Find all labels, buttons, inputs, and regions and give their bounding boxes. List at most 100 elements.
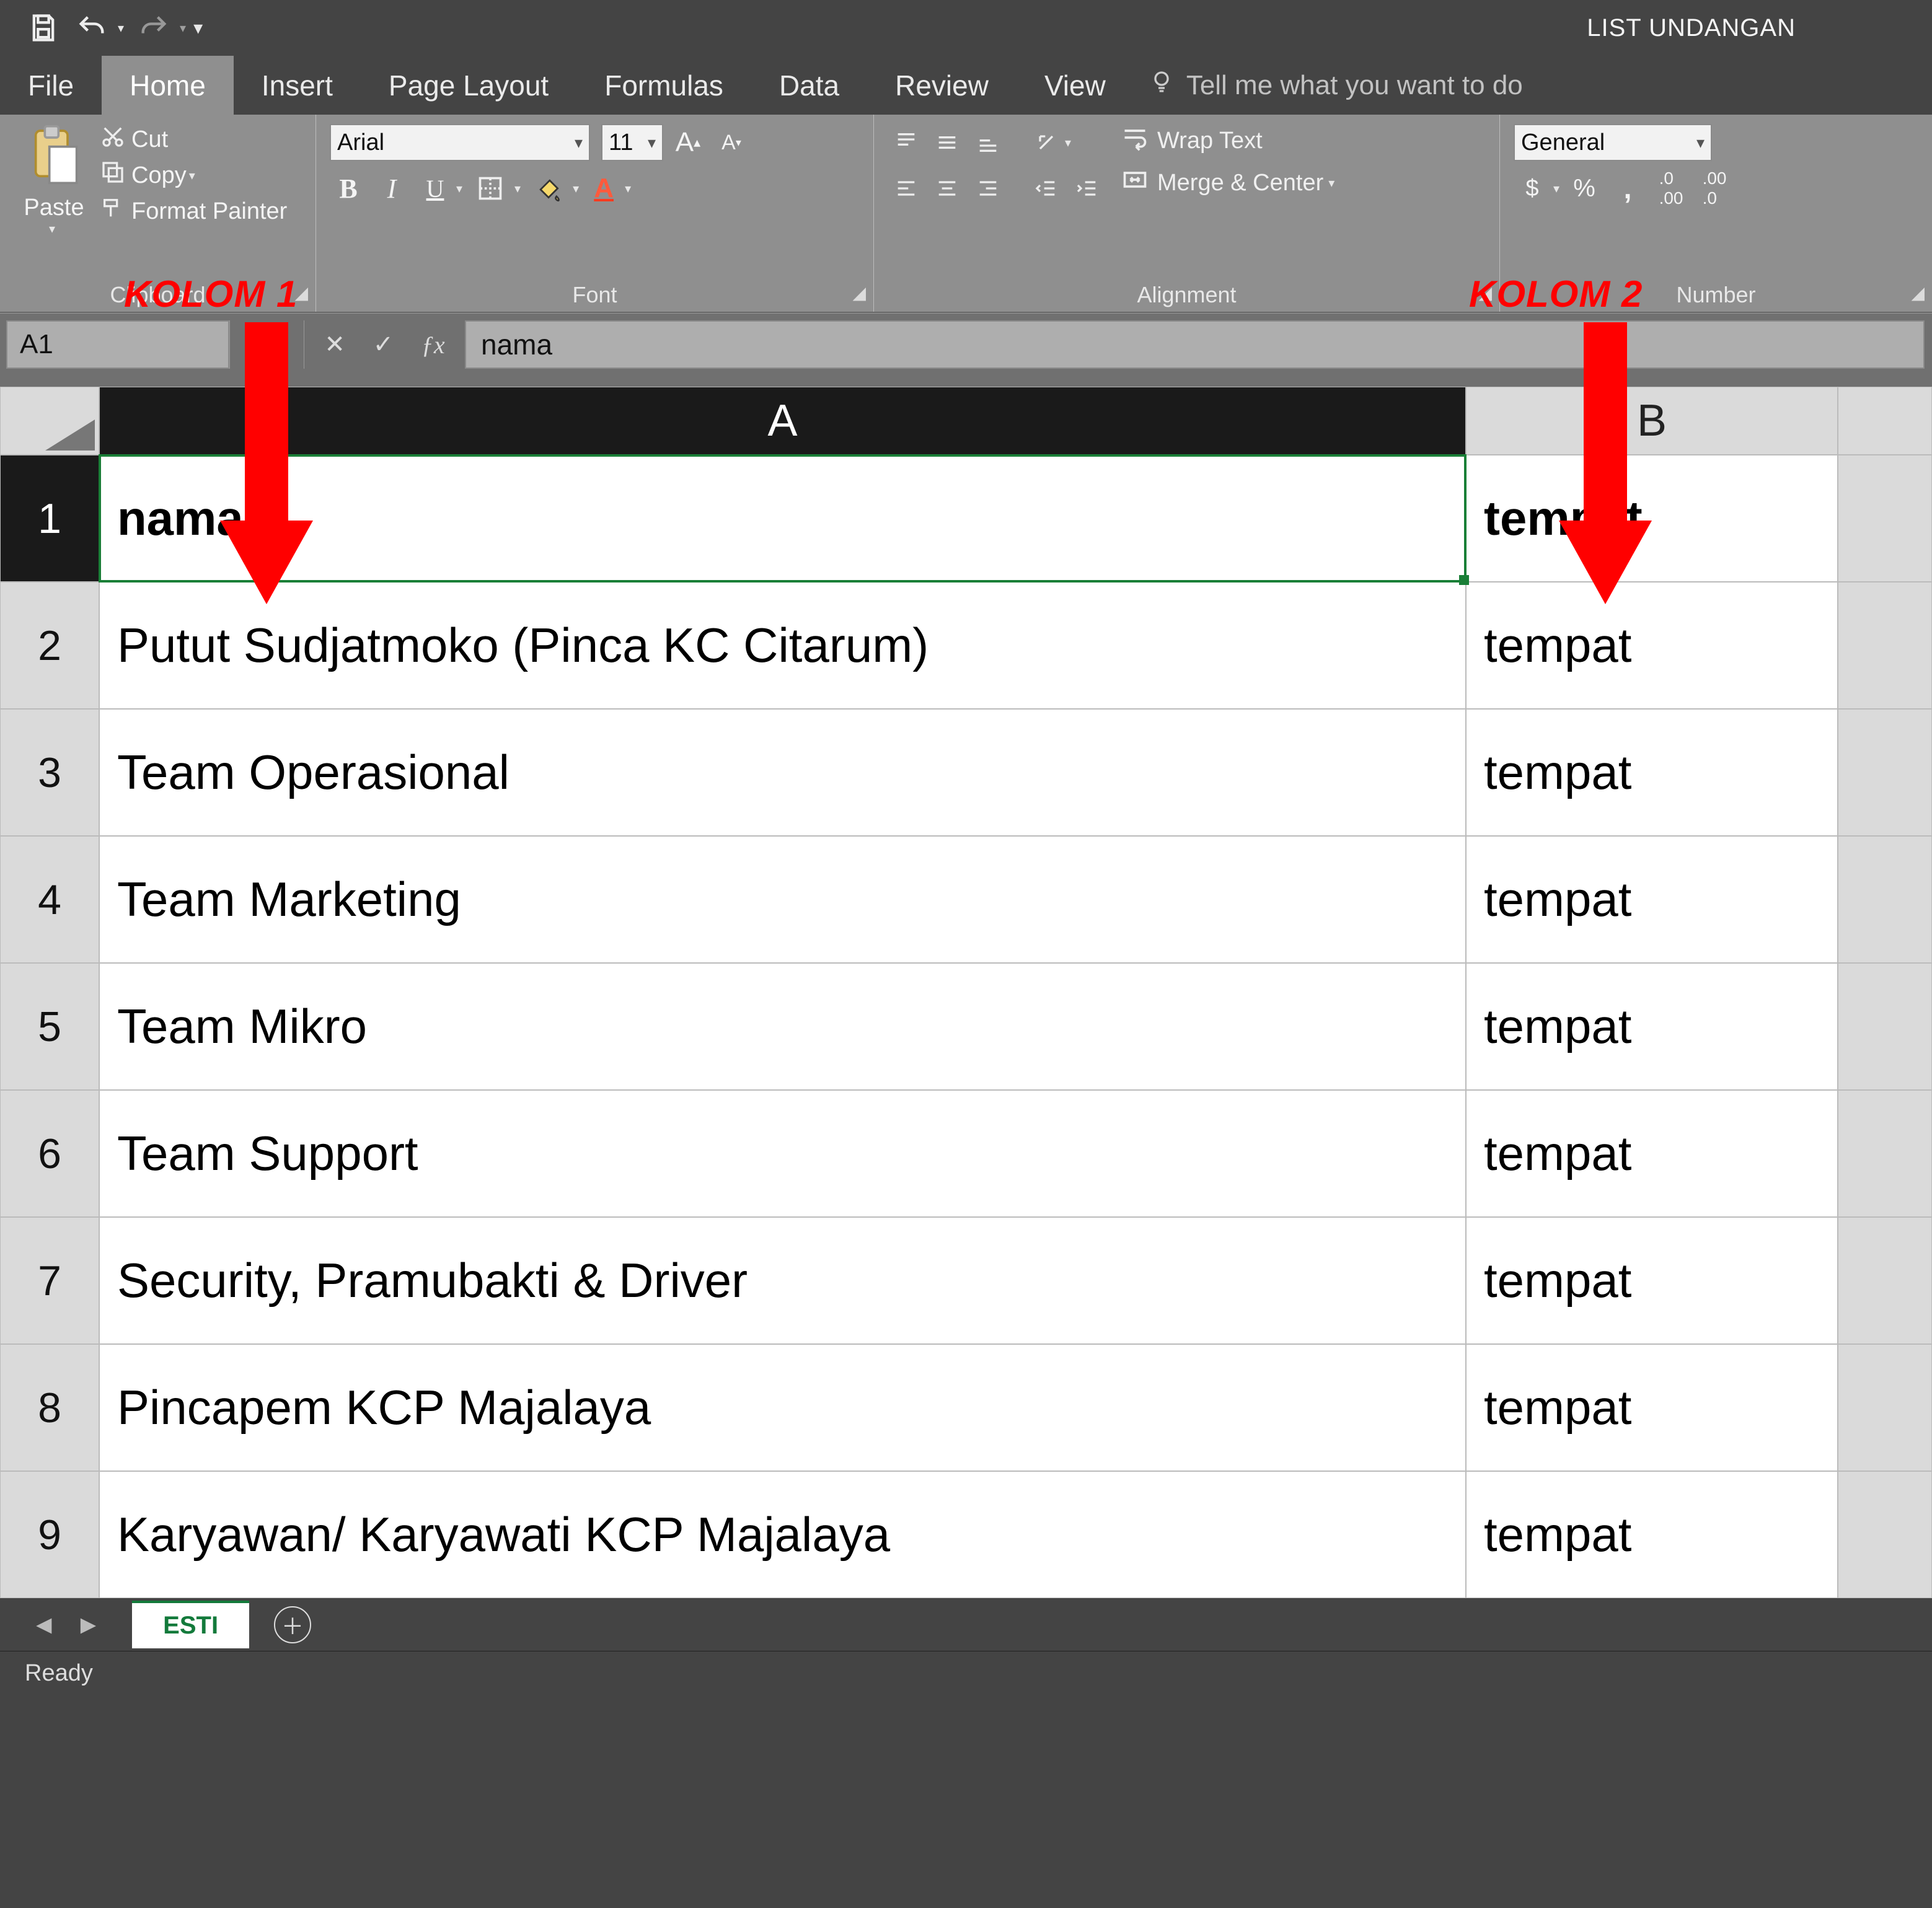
cell-a8[interactable]: Pincapem KCP Majalaya [99,1344,1466,1471]
undo-icon[interactable] [73,9,110,46]
row-header-5[interactable]: 5 [0,963,99,1090]
tell-me[interactable]: Tell me what you want to do [1134,56,1523,115]
row-header-8[interactable]: 8 [0,1344,99,1471]
new-sheet-button[interactable]: ＋ [274,1606,311,1643]
tab-insert[interactable]: Insert [234,56,361,115]
sheet-nav-prev-icon[interactable]: ◄ [31,1610,57,1640]
increase-indent-button[interactable] [1069,170,1106,207]
save-icon[interactable] [25,9,62,46]
bold-button[interactable]: B [330,170,367,207]
row-header-6[interactable]: 6 [0,1090,99,1217]
cell-a5[interactable]: Team Mikro [99,963,1466,1090]
font-size-combo[interactable]: 11▾ [601,124,663,161]
fill-color-button[interactable] [527,170,570,207]
cell-a1[interactable]: nama [99,455,1466,582]
align-top-button[interactable] [888,124,925,161]
cell-c1[interactable] [1838,455,1932,582]
enter-icon[interactable]: ✓ [373,330,394,359]
cell-c4[interactable] [1838,836,1932,963]
worksheet-grid[interactable]: A B 1 nama tempat 2 Putut Sudjatmoko (Pi… [0,387,1932,1598]
align-center-button[interactable] [929,170,966,207]
cut-button[interactable]: Cut [100,124,287,155]
cell-b4[interactable]: tempat [1466,836,1838,963]
col-header-a[interactable]: A [99,387,1466,455]
cancel-icon[interactable]: ✕ [324,330,345,359]
percent-button[interactable]: % [1566,170,1603,207]
cell-c6[interactable] [1838,1090,1932,1217]
redo-dropdown-icon[interactable]: ▾ [180,20,186,36]
borders-dropdown-icon[interactable]: ▾ [514,181,521,196]
cell-b5[interactable]: tempat [1466,963,1838,1090]
tab-page-layout[interactable]: Page Layout [361,56,576,115]
cell-a4[interactable]: Team Marketing [99,836,1466,963]
number-launcher-icon[interactable]: ◢ [1911,283,1925,303]
comma-button[interactable]: , [1609,170,1646,207]
cell-a6[interactable]: Team Support [99,1090,1466,1217]
copy-button[interactable]: Copy ▾ [100,160,287,191]
cell-a3[interactable]: Team Operasional [99,709,1466,836]
tab-data[interactable]: Data [751,56,867,115]
font-launcher-icon[interactable]: ◢ [852,283,866,303]
row-header-9[interactable]: 9 [0,1471,99,1598]
increase-font-button[interactable]: A▴ [669,124,707,161]
undo-dropdown-icon[interactable]: ▾ [118,20,124,36]
font-color-button[interactable]: A [585,170,622,207]
font-color-dropdown-icon[interactable]: ▾ [625,181,631,196]
cell-b6[interactable]: tempat [1466,1090,1838,1217]
align-left-button[interactable] [888,170,925,207]
tab-file[interactable]: File [0,56,102,115]
cell-c7[interactable] [1838,1217,1932,1344]
row-header-4[interactable]: 4 [0,836,99,963]
row-header-3[interactable]: 3 [0,709,99,836]
cell-c3[interactable] [1838,709,1932,836]
cell-b8[interactable]: tempat [1466,1344,1838,1471]
orientation-dropdown-icon[interactable]: ▾ [1065,135,1071,151]
decrease-decimal-button[interactable]: .00.0 [1696,170,1733,207]
align-right-button[interactable] [969,170,1007,207]
cell-c9[interactable] [1838,1471,1932,1598]
cell-c2[interactable] [1838,582,1932,709]
dropdown-icon[interactable]: ▾ [262,335,271,355]
borders-button[interactable] [469,170,512,207]
clipboard-launcher-icon[interactable]: ◢ [294,283,308,303]
underline-dropdown-icon[interactable]: ▾ [456,181,462,196]
align-bottom-button[interactable] [969,124,1007,161]
accounting-format-button[interactable]: $ [1514,170,1551,207]
cell-c5[interactable] [1838,963,1932,1090]
redo-icon[interactable] [135,9,172,46]
row-header-1[interactable]: 1 [0,455,99,582]
increase-decimal-button[interactable]: .0.00 [1652,170,1690,207]
wrap-text-button[interactable]: Wrap Text [1121,124,1334,157]
number-format-combo[interactable]: General▾ [1514,124,1712,161]
decrease-indent-button[interactable] [1028,170,1065,207]
sheet-nav-next-icon[interactable]: ► [76,1610,102,1640]
merge-dropdown-icon[interactable]: ▾ [1328,175,1334,191]
cell-b9[interactable]: tempat [1466,1471,1838,1598]
alignment-launcher-icon[interactable]: ◢ [1478,283,1492,303]
tab-formulas[interactable]: Formulas [576,56,751,115]
cell-b7[interactable]: tempat [1466,1217,1838,1344]
tab-home[interactable]: Home [102,56,234,115]
cell-c8[interactable] [1838,1344,1932,1471]
fill-dropdown-icon[interactable]: ▾ [573,181,579,196]
cell-b1[interactable]: tempat [1466,455,1838,582]
row-header-2[interactable]: 2 [0,582,99,709]
copy-dropdown-icon[interactable]: ▾ [189,168,195,183]
cell-a9[interactable]: Karyawan/ Karyawati KCP Majalaya [99,1471,1466,1598]
italic-button[interactable]: I [373,170,410,207]
align-middle-button[interactable] [929,124,966,161]
sheet-tab-active[interactable]: ESTI [132,1601,249,1648]
name-box[interactable]: A1 [6,320,229,369]
fx-icon[interactable]: ƒx [421,330,445,359]
col-header-b[interactable]: B [1466,387,1838,455]
cell-a7[interactable]: Security, Pramubakti & Driver [99,1217,1466,1344]
tab-view[interactable]: View [1017,56,1134,115]
paste-button[interactable]: Paste ▾ [14,124,94,237]
cell-a2[interactable]: Putut Sudjatmoko (Pinca KC Citarum) [99,582,1466,709]
orientation-button[interactable] [1028,124,1065,161]
cell-b3[interactable]: tempat [1466,709,1838,836]
row-header-7[interactable]: 7 [0,1217,99,1344]
tab-review[interactable]: Review [867,56,1017,115]
accounting-dropdown-icon[interactable]: ▾ [1553,181,1559,196]
underline-button[interactable]: U [417,170,454,207]
